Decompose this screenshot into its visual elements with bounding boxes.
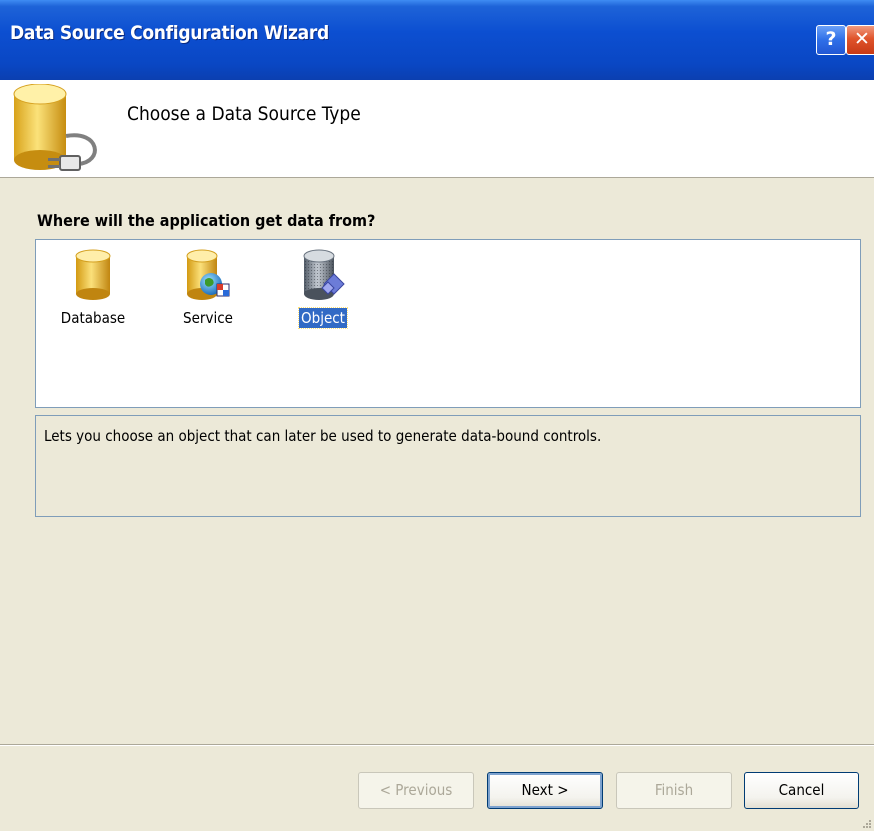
service-icon: [186, 249, 230, 300]
list-item-label: Object: [298, 307, 348, 329]
list-item-object[interactable]: Object: [278, 248, 368, 348]
resize-grip-icon[interactable]: [860, 817, 872, 829]
data-source-list[interactable]: Database Service Object: [35, 239, 861, 408]
list-item-service[interactable]: Service: [163, 248, 253, 348]
finish-button[interactable]: Finish: [616, 772, 732, 809]
cancel-button[interactable]: Cancel: [744, 772, 859, 809]
description-text: Lets you choose an object that can later…: [44, 427, 602, 445]
previous-button[interactable]: < Previous: [358, 772, 474, 809]
wizard-window: Data Source Configuration Wizard ? ✕ Cho…: [0, 0, 874, 831]
help-icon: ?: [825, 28, 837, 50]
title-bar[interactable]: Data Source Configuration Wizard ? ✕: [0, 0, 874, 80]
description-panel: Lets you choose an object that can later…: [35, 415, 861, 517]
next-button[interactable]: Next >: [487, 772, 603, 809]
object-icon: [303, 249, 345, 300]
database-plug-icon: [13, 84, 97, 171]
close-icon: ✕: [854, 28, 870, 50]
help-button[interactable]: ?: [816, 25, 846, 55]
footer-divider: [0, 744, 874, 746]
list-item-label: Database: [60, 309, 126, 327]
page-title: Choose a Data Source Type: [127, 103, 361, 125]
database-icon: [75, 249, 111, 300]
close-button[interactable]: ✕: [846, 25, 874, 55]
window-title: Data Source Configuration Wizard: [10, 22, 329, 44]
list-item-database[interactable]: Database: [48, 248, 138, 348]
list-item-label: Service: [183, 309, 233, 327]
wizard-header: Choose a Data Source Type: [0, 80, 874, 178]
source-prompt: Where will the application get data from…: [37, 211, 376, 230]
